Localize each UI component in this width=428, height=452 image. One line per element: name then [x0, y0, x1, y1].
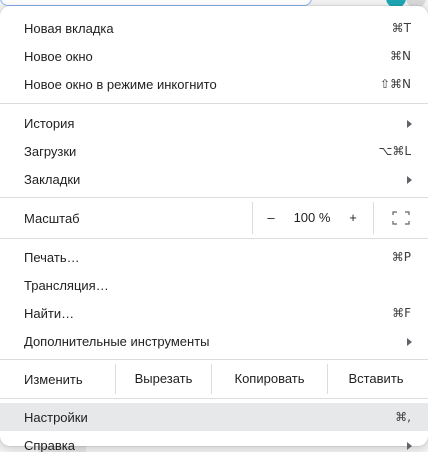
shortcut-label: ⌘, [395, 410, 411, 424]
chevron-right-icon [407, 442, 412, 450]
menu-item-new-window[interactable]: Новое окно ⌘N [0, 42, 428, 70]
cut-button[interactable]: Вырезать [116, 364, 211, 394]
menu-item-label: Новое окно [24, 48, 93, 64]
paste-button[interactable]: Вставить [328, 364, 424, 394]
chevron-right-icon [407, 120, 412, 128]
menu-item-label: Дополнительные инструменты [24, 333, 210, 349]
shortcut-label: ⌘P [391, 250, 411, 264]
menu-item-label: Настройки [24, 409, 88, 425]
chrome-main-menu: Новая вкладка ⌘T Новое окно ⌘N Новое окн… [0, 6, 428, 452]
chevron-right-icon [407, 338, 412, 346]
menu-item-label: Печать… [24, 249, 80, 265]
menu-separator [0, 398, 428, 399]
menu-item-find[interactable]: Найти… ⌘F [0, 299, 428, 327]
copy-button[interactable]: Копировать [212, 364, 327, 394]
menu-separator [0, 238, 428, 239]
menu-item-print[interactable]: Печать… ⌘P [0, 243, 428, 271]
shortcut-label: ⌘F [392, 306, 411, 320]
menu-item-label: Закладки [24, 171, 81, 187]
menu-item-label: Найти… [24, 305, 75, 321]
menu-item-label: Новое окно в режиме инкогнито [24, 76, 217, 92]
fullscreen-icon[interactable] [392, 211, 410, 225]
edit-label: Изменить [24, 371, 83, 387]
menu-item-label: Новая вкладка [24, 20, 114, 36]
menu-separator [0, 197, 428, 198]
zoom-out-button[interactable]: – [256, 202, 286, 234]
menu-item-label: История [24, 115, 75, 131]
menu-separator [0, 103, 428, 104]
shortcut-label: ⌘T [391, 21, 411, 35]
shortcut-label: ⌘N [390, 49, 411, 63]
zoom-label: Масштаб [24, 210, 80, 226]
menu-item-incognito[interactable]: Новое окно в режиме инкогнито ⇧⌘N [0, 70, 428, 98]
menu-item-new-tab[interactable]: Новая вкладка ⌘T [0, 14, 428, 42]
shortcut-label: ⇧⌘N [379, 77, 411, 91]
shortcut-label: ⌥⌘L [378, 144, 411, 158]
zoom-level-value: 100 % [293, 210, 331, 225]
zoom-divider [373, 202, 374, 234]
menu-item-label: Справка [24, 437, 75, 452]
menu-item-settings[interactable]: Настройки ⌘, [0, 403, 428, 431]
edit-row: Изменить Вырезать Копировать Вставить [0, 364, 428, 394]
menu-item-label: Загрузки [24, 143, 77, 159]
menu-item-bookmarks[interactable]: Закладки [0, 165, 428, 193]
chevron-right-icon [407, 176, 412, 184]
menu-separator [0, 359, 428, 360]
menu-item-more-tools[interactable]: Дополнительные инструменты [0, 327, 428, 355]
menu-item-cast[interactable]: Трансляция… [0, 271, 428, 299]
zoom-in-button[interactable]: + [338, 202, 368, 234]
menu-item-help[interactable]: Справка [0, 431, 428, 452]
menu-item-downloads[interactable]: Загрузки ⌥⌘L [0, 137, 428, 165]
menu-item-label: Трансляция… [24, 277, 109, 293]
menu-item-history[interactable]: История [0, 109, 428, 137]
zoom-row: Масштаб – 100 % + [0, 202, 428, 234]
zoom-divider [252, 202, 253, 234]
